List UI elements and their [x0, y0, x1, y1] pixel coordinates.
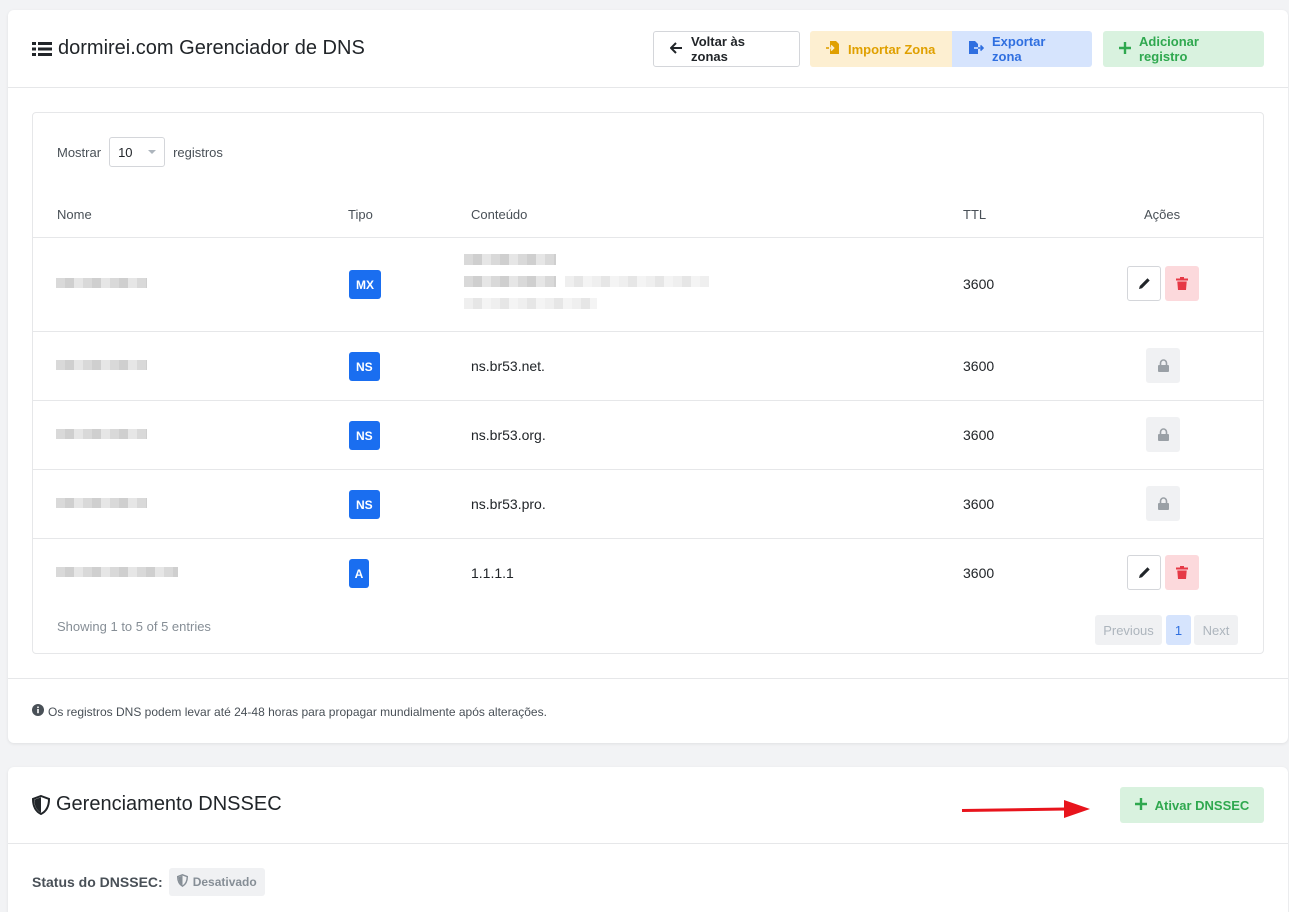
page-length-value: 10: [118, 144, 133, 160]
dnssec-status-label: Status do DNSSEC:: [32, 874, 163, 890]
pagination-previous[interactable]: Previous: [1095, 615, 1162, 645]
delete-record-button[interactable]: [1165, 266, 1199, 301]
content-value: ns.br53.org.: [471, 427, 546, 443]
redacted-name: [56, 360, 147, 370]
pencil-icon: [1138, 567, 1150, 578]
table-row: NS ns.br53.net. 3600: [33, 332, 1263, 401]
dnssec-title-text: Gerenciamento DNSSEC: [56, 793, 282, 815]
column-header-actions: Ações: [1144, 207, 1181, 222]
type-badge: NS: [349, 421, 380, 450]
ttl-value: 3600: [963, 276, 995, 292]
page-length-control: Mostrar 10 registros: [57, 137, 223, 167]
annotation-arrow: [960, 798, 1092, 825]
content-value: ns.br53.net.: [471, 358, 545, 374]
redacted-name: [56, 498, 147, 508]
file-import-icon: [826, 40, 840, 58]
edit-record-button[interactable]: [1127, 555, 1161, 590]
table-row: NS ns.br53.pro. 3600: [33, 470, 1263, 539]
lock-icon: [1157, 497, 1169, 510]
show-label: Mostrar: [57, 144, 102, 160]
add-record-label: Adicionar registro: [1139, 34, 1199, 64]
type-badge: A: [349, 559, 369, 588]
column-header-type[interactable]: Tipo: [348, 207, 373, 222]
page-title: dormirei.com Gerenciador de DNS: [32, 37, 365, 60]
dns-manager-card: dormirei.com Gerenciador de DNS Voltar à…: [8, 10, 1288, 743]
export-zone-button[interactable]: Exportar zona: [952, 31, 1092, 67]
export-zone-label: Exportar zona: [992, 34, 1046, 64]
dnssec-card: Gerenciamento DNSSEC Ativar DNSSEC Statu…: [8, 767, 1288, 912]
back-to-zones-label: Voltar às zonas: [691, 34, 745, 64]
type-badge: NS: [349, 490, 380, 519]
dnssec-status-value: Desativado: [192, 875, 257, 889]
activate-dnssec-label: Ativar DNSSEC: [1154, 797, 1250, 813]
arrow-left-icon: [669, 41, 683, 57]
trash-icon: [1176, 566, 1188, 579]
column-header-ttl[interactable]: TTL: [963, 207, 986, 222]
table-info: Showing 1 to 5 of 5 entries: [57, 619, 211, 634]
activate-dnssec-button[interactable]: Ativar DNSSEC: [1120, 787, 1264, 823]
redacted-name: [56, 567, 178, 577]
status-badge: Desativado: [168, 868, 265, 896]
redacted-name: [56, 429, 147, 439]
file-export-icon: [968, 40, 985, 58]
plus-icon: [1119, 41, 1131, 57]
ttl-value: 3600: [963, 427, 995, 443]
ttl-value: 3600: [963, 565, 995, 581]
card-footer-divider: [8, 678, 1288, 679]
import-zone-label: Importar Zona: [848, 41, 936, 57]
table-row: A 1.1.1.1 3600: [33, 539, 1263, 607]
records-table-card: Mostrar 10 registros Nome Tipo Conteúdo …: [32, 112, 1264, 654]
list-icon: [32, 41, 52, 57]
back-to-zones-button[interactable]: Voltar às zonas: [653, 31, 800, 67]
dnssec-title: Gerenciamento DNSSEC: [32, 793, 282, 816]
pencil-icon: [1138, 278, 1150, 289]
ttl-value: 3600: [963, 496, 995, 512]
redacted-name: [56, 278, 147, 288]
shield-half-icon: [176, 874, 188, 890]
plus-icon: [1134, 797, 1147, 813]
page-title-text: dormirei.com Gerenciador de DNS: [58, 37, 365, 59]
page-length-select[interactable]: 10: [109, 137, 166, 167]
column-header-content[interactable]: Conteúdo: [471, 207, 527, 222]
import-zone-button[interactable]: Importar Zona: [810, 31, 952, 67]
content-value: 1.1.1.1: [471, 565, 514, 581]
type-badge: MX: [349, 270, 381, 299]
dnssec-card-header: Gerenciamento DNSSEC Ativar DNSSEC: [8, 767, 1288, 844]
table-row: NS ns.br53.org. 3600: [33, 401, 1263, 470]
pagination-next[interactable]: Next: [1194, 615, 1238, 645]
records-label: registros: [173, 144, 223, 160]
locked-record-indicator: [1146, 417, 1180, 452]
type-badge: NS: [349, 352, 380, 381]
dns-card-header: dormirei.com Gerenciador de DNS Voltar à…: [8, 10, 1288, 88]
column-header-name[interactable]: Nome: [57, 207, 92, 222]
table-row: MX 3600: [33, 238, 1263, 332]
chevron-down-icon: [148, 150, 157, 154]
content-value: ns.br53.pro.: [471, 496, 546, 512]
lock-icon: [1157, 428, 1169, 441]
dnssec-status: Status do DNSSEC: Desativado: [32, 868, 265, 896]
propagation-note-text: Os registros DNS podem levar até 24-48 h…: [48, 704, 547, 719]
trash-icon: [1176, 277, 1188, 290]
info-circle-icon: [32, 704, 44, 719]
propagation-note: Os registros DNS podem levar até 24-48 h…: [32, 704, 547, 719]
locked-record-indicator: [1146, 348, 1180, 383]
ttl-value: 3600: [963, 358, 995, 374]
add-record-button[interactable]: Adicionar registro: [1103, 31, 1264, 67]
delete-record-button[interactable]: [1165, 555, 1199, 590]
pagination-page-1[interactable]: 1: [1166, 615, 1191, 645]
lock-icon: [1157, 359, 1169, 372]
shield-icon: [32, 794, 50, 815]
edit-record-button[interactable]: [1127, 266, 1161, 301]
locked-record-indicator: [1146, 486, 1180, 521]
